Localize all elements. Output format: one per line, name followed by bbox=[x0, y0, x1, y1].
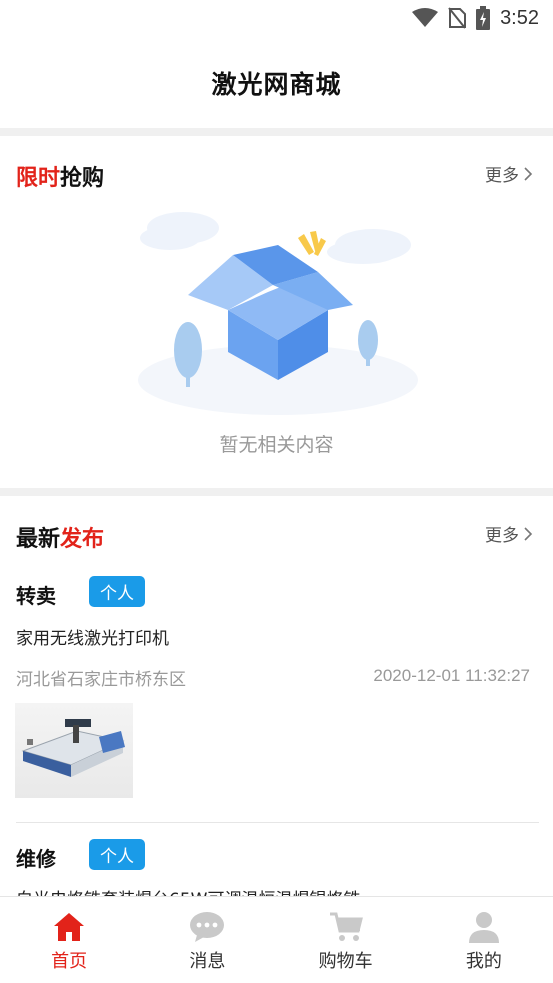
empty-state-text: 暂无相关内容 bbox=[219, 434, 334, 456]
post-item[interactable]: 转卖 个人 家用无线激光打印机 河北省石家庄市桥东区 2020-12-01 11… bbox=[0, 560, 553, 820]
post-type: 转卖 bbox=[16, 584, 56, 608]
flash-sale-title-accent: 限时 bbox=[16, 166, 61, 191]
post-badge: 个人 bbox=[89, 576, 145, 607]
tab-home[interactable]: 首页 bbox=[0, 897, 138, 983]
post-badge: 个人 bbox=[89, 839, 145, 870]
home-icon bbox=[54, 913, 85, 941]
post-name: 白光电烙铁套装焊台65W可调温恒温焊锡烙铁 bbox=[16, 885, 360, 896]
status-time: 3:52 bbox=[500, 6, 539, 29]
empty-box-illustration bbox=[138, 212, 418, 415]
status-icons: 3:52 bbox=[412, 6, 539, 30]
app-header: 激光网商城 bbox=[0, 38, 553, 128]
app-title: 激光网商城 bbox=[211, 70, 342, 99]
user-icon bbox=[468, 912, 499, 943]
status-bar: 3:52 bbox=[0, 0, 553, 38]
tab-cart[interactable]: 购物车 bbox=[277, 897, 415, 983]
battery-charging-icon bbox=[476, 6, 491, 30]
latest-more-link[interactable]: 更多 bbox=[485, 521, 533, 546]
tab-label: 消息 bbox=[189, 951, 226, 972]
bottom-tab-bar: 首页 消息 购物车 我的 bbox=[0, 896, 553, 983]
more-label: 更多 bbox=[485, 166, 519, 186]
section-divider bbox=[0, 488, 553, 496]
post-item[interactable]: 维修 个人 白光电烙铁套装焊台65W可调温恒温焊锡烙铁 bbox=[0, 823, 553, 896]
latest-title: 最新发布 bbox=[16, 521, 104, 553]
flash-sale-more-link[interactable]: 更多 bbox=[485, 161, 533, 186]
chevron-right-icon bbox=[524, 166, 533, 181]
tab-profile[interactable]: 我的 bbox=[415, 897, 553, 983]
tab-label: 购物车 bbox=[318, 951, 373, 972]
flash-sale-title: 限时抢购 bbox=[16, 160, 104, 192]
chat-icon bbox=[190, 912, 225, 942]
post-type: 维修 bbox=[16, 847, 56, 871]
wifi-icon bbox=[412, 8, 439, 27]
laser-machine-image bbox=[21, 719, 125, 777]
tab-label: 首页 bbox=[51, 951, 88, 972]
flash-sale-title-rest: 抢购 bbox=[60, 166, 105, 191]
post-time: 2020-12-01 11:32:27 bbox=[373, 666, 530, 685]
post-name: 家用无线激光打印机 bbox=[16, 629, 169, 649]
chevron-right-icon bbox=[524, 526, 533, 541]
more-label: 更多 bbox=[485, 526, 519, 546]
section-divider bbox=[0, 128, 553, 136]
latest-title-accent: 发布 bbox=[60, 527, 105, 552]
post-thumbnail[interactable] bbox=[15, 703, 133, 798]
cart-icon bbox=[329, 912, 363, 941]
latest-title-plain: 最新 bbox=[16, 527, 61, 552]
post-location: 河北省石家庄市桥东区 bbox=[16, 670, 186, 690]
tab-messages[interactable]: 消息 bbox=[138, 897, 276, 983]
tab-label: 我的 bbox=[465, 951, 502, 972]
no-sim-icon bbox=[448, 7, 467, 29]
